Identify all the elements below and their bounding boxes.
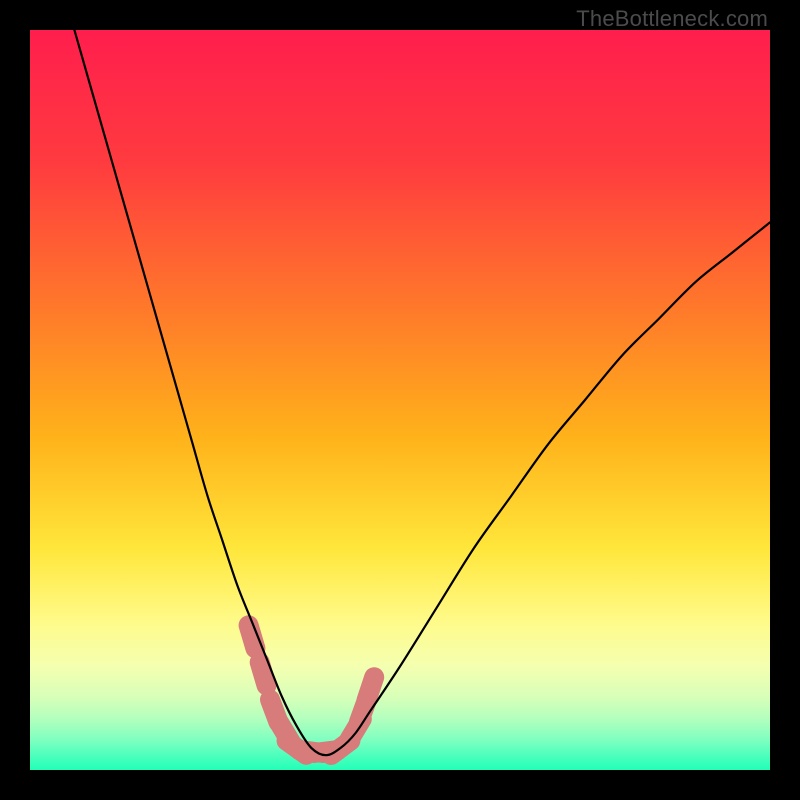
trough-marker [367,677,375,700]
bottleneck-curve [74,30,770,755]
trough-marker [260,662,267,685]
trough-marker-group [249,625,375,755]
plot-area [30,30,770,770]
curve-layer [30,30,770,770]
watermark-text: TheBottleneck.com [576,6,768,32]
chart-frame: TheBottleneck.com [0,0,800,800]
